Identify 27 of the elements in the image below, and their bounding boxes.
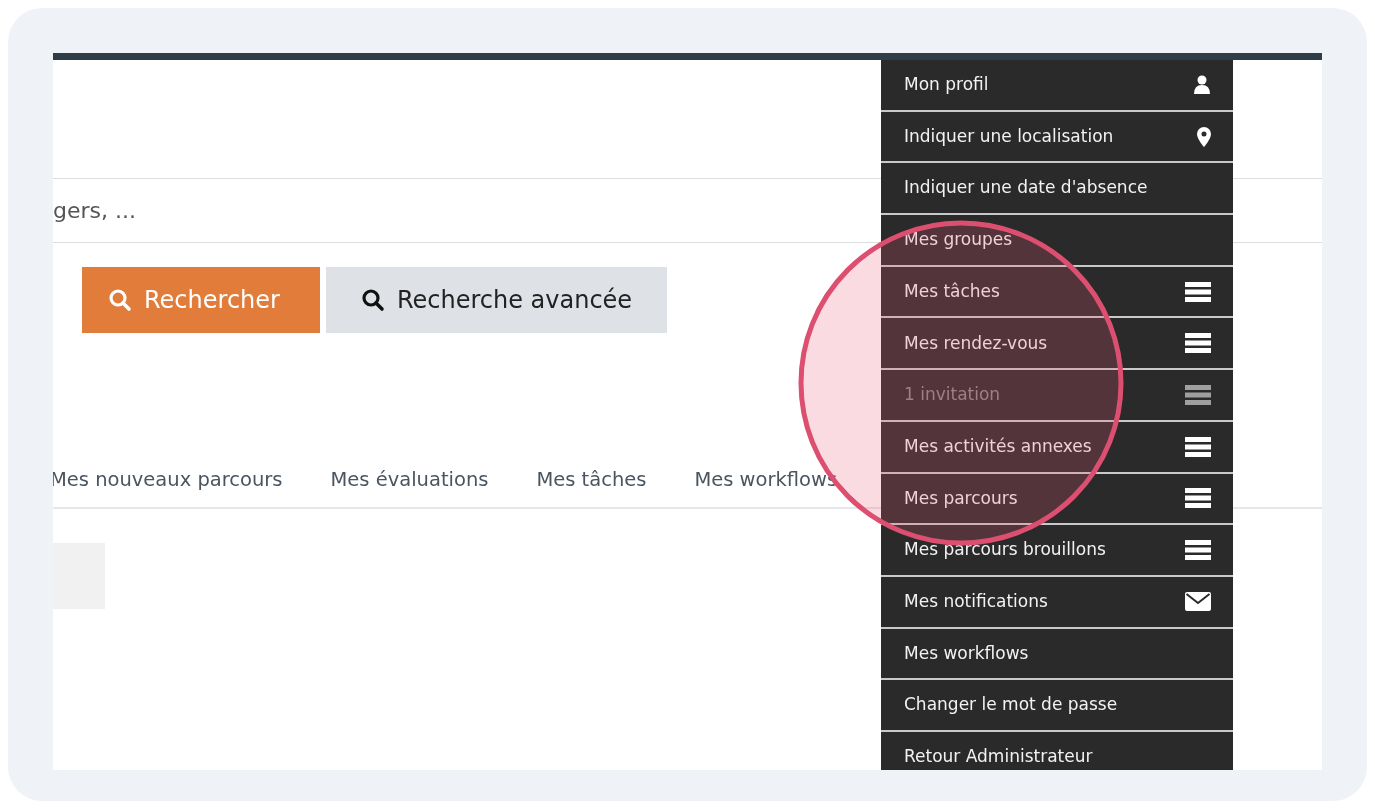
list-icon bbox=[1185, 333, 1211, 354]
menu-item[interactable]: Indiquer une date d'absence bbox=[881, 163, 1233, 216]
tab[interactable]: Mes évaluations bbox=[330, 465, 489, 507]
menu-item[interactable]: Mes groupes bbox=[881, 215, 1233, 267]
list-icon bbox=[1185, 488, 1211, 509]
list-icon bbox=[1185, 281, 1211, 302]
search-button[interactable]: Recherche avancée bbox=[326, 267, 667, 333]
menu-item[interactable]: Retour Administrateur bbox=[881, 731, 1233, 770]
menu-item[interactable]: Mes tâches bbox=[881, 266, 1233, 319]
location-pin-icon bbox=[1197, 126, 1211, 147]
menu-item[interactable]: Mon profil bbox=[881, 60, 1233, 112]
user-icon bbox=[1193, 74, 1211, 95]
menu-item[interactable]: Mes rendez-vous bbox=[881, 318, 1233, 371]
menu-item[interactable]: Changer le mot de passe bbox=[881, 680, 1233, 732]
list-icon bbox=[1185, 384, 1211, 405]
menu-item[interactable]: Mes activités annexes bbox=[881, 421, 1233, 474]
envelope-icon bbox=[1185, 592, 1211, 612]
search-icon bbox=[360, 288, 385, 312]
tab[interactable]: Mes tâches bbox=[536, 465, 647, 507]
menu-item[interactable]: Indiquer une localisation bbox=[881, 111, 1233, 164]
menu-item[interactable]: Mes parcours brouillons bbox=[881, 525, 1233, 577]
menu-item[interactable]: Mes notifications bbox=[881, 576, 1233, 629]
menu-item[interactable]: Mes workflows bbox=[881, 628, 1233, 681]
list-icon bbox=[1185, 436, 1211, 457]
menu-item[interactable]: Mes parcours bbox=[881, 473, 1233, 526]
search-icon bbox=[108, 288, 132, 312]
list-icon bbox=[1185, 540, 1211, 561]
